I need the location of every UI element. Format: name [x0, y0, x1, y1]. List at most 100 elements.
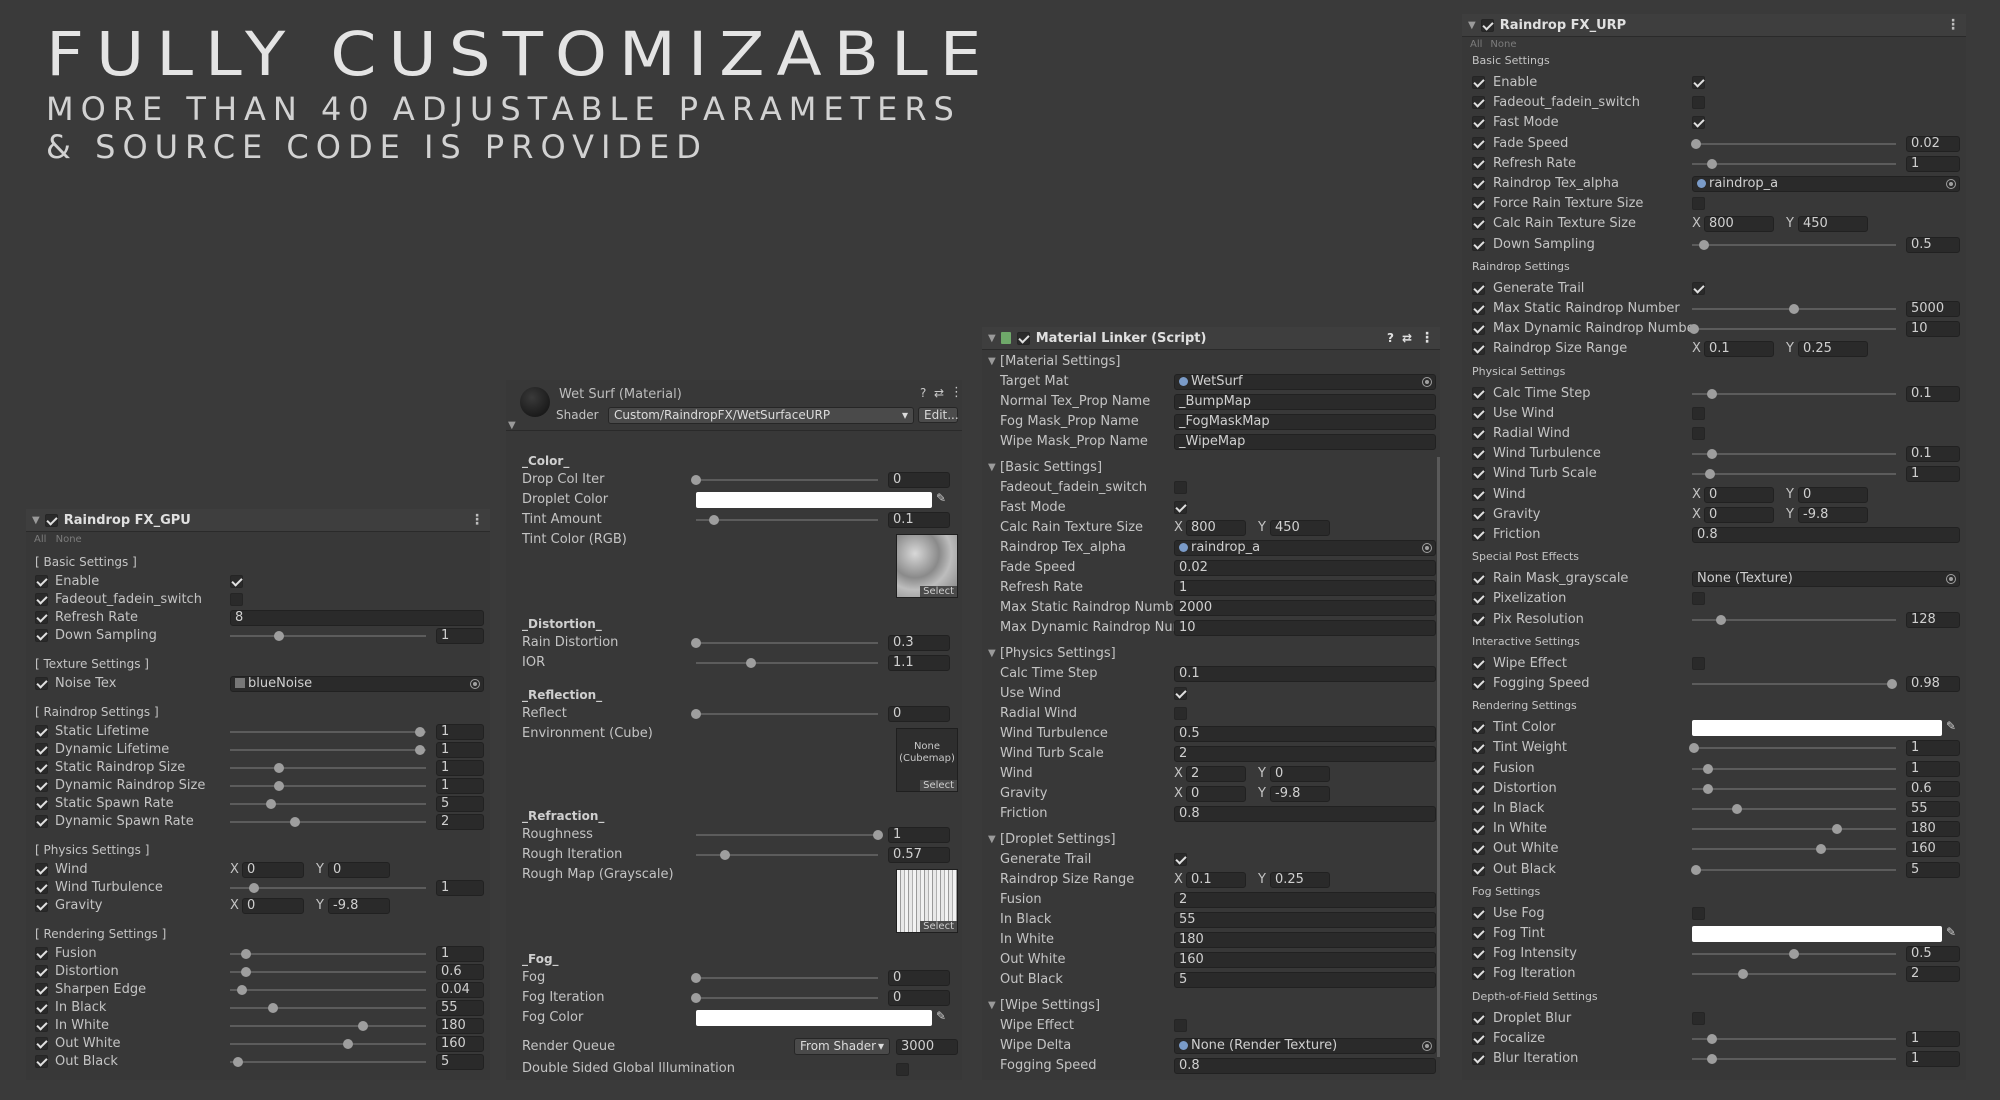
ior-slider-handle[interactable] [745, 658, 756, 668]
dynamic-raindrop-size-value[interactable]: 1 [436, 778, 484, 794]
eyedropper-icon[interactable]: ✎ [936, 1009, 946, 1023]
wind-y-field[interactable]: 0 [1270, 766, 1330, 782]
in-white-slider-handle[interactable] [1831, 824, 1842, 835]
override-checkbox[interactable] [1472, 302, 1485, 315]
object-picker-icon[interactable] [1422, 1041, 1432, 1051]
sharpen-edge-value[interactable]: 0.04 [436, 982, 484, 998]
override-checkbox[interactable] [35, 575, 48, 588]
all-link[interactable]: All [1470, 39, 1482, 50]
wind-turbulence-slider-track[interactable] [230, 887, 426, 889]
override-checkbox[interactable] [35, 965, 48, 978]
max-static-raindrop-number-field[interactable]: 2000 [1174, 600, 1436, 616]
calc-time-step-field[interactable]: 0.1 [1174, 666, 1436, 682]
rain-distortion-slider-handle[interactable] [691, 638, 701, 648]
raindrop-size-range-y-field[interactable]: 0.25 [1270, 872, 1330, 888]
refresh-rate-slider-track[interactable] [1692, 162, 1896, 165]
roughness-slider-track[interactable] [696, 834, 878, 836]
static-raindrop-size-slider-track[interactable] [230, 767, 426, 769]
override-checkbox[interactable] [1472, 656, 1485, 670]
use-fog-checkbox[interactable] [1692, 906, 1705, 920]
preset-icon[interactable]: ⇄ [1402, 331, 1412, 345]
radial-wind-checkbox[interactable] [1174, 707, 1187, 720]
distortion-slider-track[interactable] [1692, 787, 1896, 790]
fog-slider-handle[interactable] [691, 973, 701, 983]
render-queue-value-field[interactable]: 3000 [896, 1039, 958, 1055]
blur-iteration-value[interactable]: 1 [1906, 1051, 1960, 1067]
fog-intensity-slider-handle[interactable] [1789, 949, 1799, 960]
kebab-menu-icon[interactable]: ⋮ [470, 512, 484, 528]
fusion-slider-track[interactable] [1692, 767, 1896, 770]
wind-turbulence-slider-handle[interactable] [1707, 449, 1718, 460]
friction-field[interactable]: 0.8 [1174, 806, 1436, 822]
in-black-slider-track[interactable] [230, 1007, 426, 1009]
reflect-slider-track[interactable] [696, 713, 878, 715]
override-checkbox[interactable] [1472, 761, 1485, 775]
override-checkbox[interactable] [1472, 1052, 1485, 1065]
drop-col-iter-value[interactable]: 0 [888, 472, 950, 488]
object-picker-icon[interactable] [1422, 377, 1432, 387]
out-black-slider-track[interactable] [230, 1061, 426, 1063]
override-checkbox[interactable] [35, 815, 48, 828]
eyedropper-icon[interactable]: ✎ [1946, 719, 1956, 733]
calc-rain-texture-size-x-field[interactable]: 800 [1704, 216, 1774, 233]
gravity-x-field[interactable]: 0 [1704, 506, 1774, 523]
ior-slider-track[interactable] [696, 662, 878, 664]
none-link[interactable]: None [1490, 39, 1516, 50]
roughness-slider-handle[interactable] [873, 830, 883, 840]
fade-speed-slider-track[interactable] [1692, 142, 1896, 145]
fog-value[interactable]: 0 [888, 970, 950, 986]
rough-iteration-slider-handle[interactable] [720, 850, 731, 860]
out-black-value[interactable]: 5 [436, 1054, 484, 1070]
override-checkbox[interactable] [1472, 447, 1485, 461]
override-checkbox[interactable] [1472, 572, 1485, 586]
out-black-slider-handle[interactable] [232, 1057, 243, 1067]
override-checkbox[interactable] [35, 629, 48, 642]
dynamic-lifetime-slider-handle[interactable] [415, 745, 426, 755]
tint-amount-slider-handle[interactable] [709, 515, 720, 525]
generate-trail-checkbox[interactable] [1692, 281, 1705, 295]
tint-amount-value[interactable]: 0.1 [888, 512, 950, 528]
rain-mask-grayscale-object-field[interactable]: None (Texture) [1692, 571, 1960, 588]
none-link[interactable]: None [56, 534, 82, 545]
drop-col-iter-slider-handle[interactable] [691, 475, 701, 485]
override-checkbox[interactable] [1472, 217, 1485, 231]
override-checkbox[interactable] [1472, 322, 1485, 336]
distortion-value[interactable]: 0.6 [436, 964, 484, 980]
raindrop-size-range-y-field[interactable]: 0.25 [1798, 341, 1868, 358]
down-sampling-slider-track[interactable] [230, 635, 426, 637]
raindrop-size-range-x-field[interactable]: 0.1 [1186, 872, 1246, 888]
out-white-field[interactable]: 160 [1174, 952, 1436, 968]
component-enable-checkbox[interactable] [44, 513, 58, 527]
fast-mode-checkbox[interactable] [1692, 116, 1705, 130]
static-spawn-rate-slider-track[interactable] [230, 803, 426, 805]
override-checkbox[interactable] [35, 677, 48, 690]
override-checkbox[interactable] [1472, 677, 1485, 690]
tint-amount-slider-track[interactable] [696, 519, 878, 521]
static-lifetime-slider-track[interactable] [230, 731, 426, 733]
max-static-raindrop-number-slider-handle[interactable] [1789, 304, 1799, 314]
override-checkbox[interactable] [35, 743, 48, 756]
force-rain-texture-size-checkbox[interactable] [1692, 197, 1705, 211]
wind-turbulence-value[interactable]: 0.1 [1906, 446, 1960, 463]
override-checkbox[interactable] [1472, 802, 1485, 815]
max-dynamic-raindrop-numbe-value[interactable]: 10 [1906, 321, 1960, 338]
sharpen-edge-slider-handle[interactable] [236, 985, 247, 995]
object-picker-icon[interactable] [470, 679, 480, 689]
dynamic-lifetime-slider-track[interactable] [230, 749, 426, 751]
override-checkbox[interactable] [1472, 197, 1485, 211]
wind-x-field[interactable]: 0 [242, 862, 304, 878]
help-icon[interactable]: ? [920, 386, 926, 400]
fog-iteration-value[interactable]: 2 [1906, 966, 1960, 983]
override-checkbox[interactable] [35, 863, 48, 876]
wind-turbulence-field[interactable]: 0.5 [1174, 726, 1436, 742]
kebab-menu-icon[interactable]: ⋮ [950, 385, 963, 400]
gravity-x-field[interactable]: 0 [242, 898, 304, 914]
shader-dropdown[interactable]: Custom/RaindropFX/WetSurfaceURP [608, 407, 914, 424]
distortion-slider-handle[interactable] [1703, 783, 1714, 794]
fog-intensity-value[interactable]: 0.5 [1906, 946, 1960, 963]
in-black-value[interactable]: 55 [1906, 801, 1960, 817]
fusion-slider-track[interactable] [230, 953, 426, 955]
in-white-field[interactable]: 180 [1174, 932, 1436, 948]
override-checkbox[interactable] [1472, 967, 1485, 981]
in-black-value[interactable]: 55 [436, 1000, 484, 1016]
